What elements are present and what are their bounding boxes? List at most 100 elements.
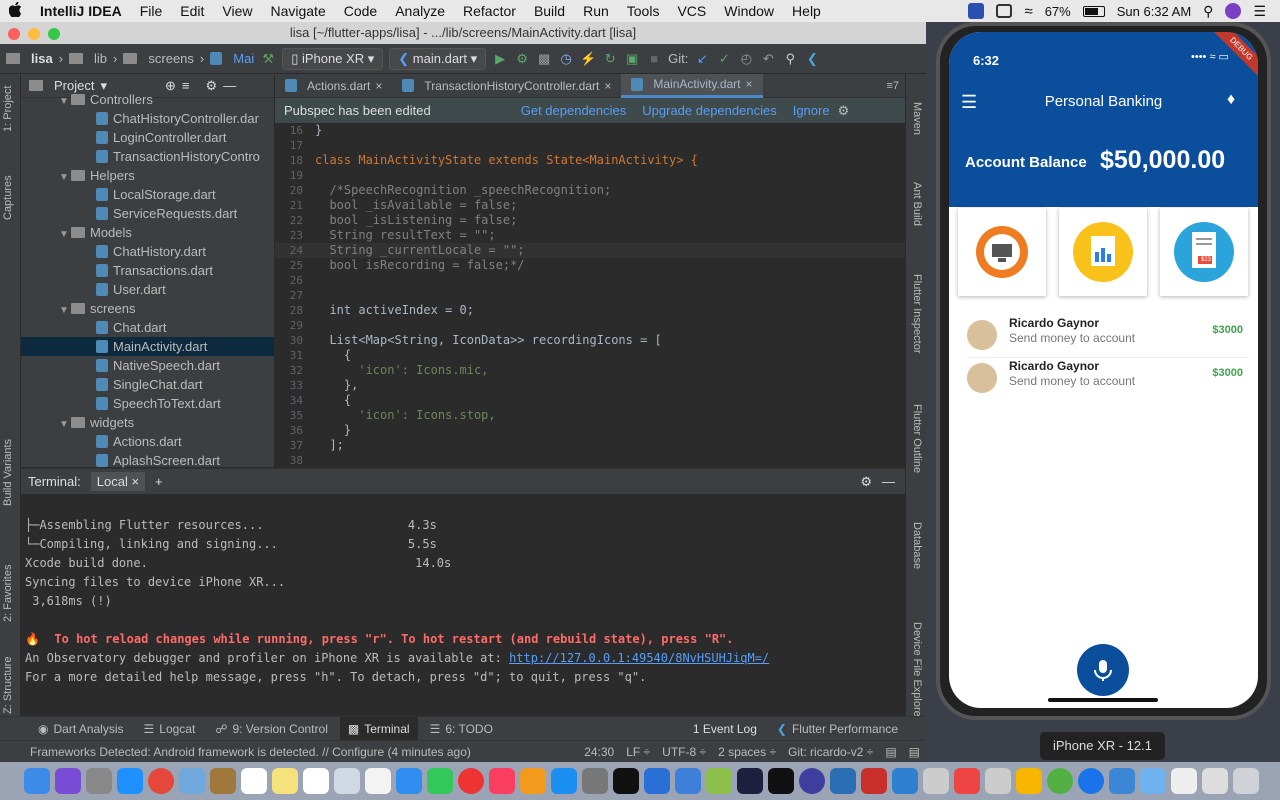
code-line[interactable]: 37 ]; — [275, 438, 905, 453]
hot-reload-icon[interactable]: ⚡ — [580, 51, 596, 67]
stop-icon[interactable]: ■ — [646, 51, 662, 67]
device-refresh-icon[interactable]: ▣ — [624, 51, 640, 67]
memory-indicator-icon[interactable]: ▤ — [903, 745, 926, 759]
menu-view[interactable]: View — [213, 3, 261, 19]
code-line[interactable]: 34 { — [275, 393, 905, 408]
status-message[interactable]: Frameworks Detected: Android framework i… — [30, 745, 471, 759]
code-line[interactable]: 24 String _currentLocale = ""; — [275, 243, 905, 258]
receipts-card[interactable]: $23 — [1160, 208, 1248, 296]
expand-arrow-icon[interactable]: ▼ — [59, 92, 71, 109]
gear-icon[interactable]: ⚙ — [838, 103, 850, 119]
event-log-button[interactable]: 1 Event Log — [685, 717, 765, 741]
tree-file[interactable]: NativeSpeech.dart — [21, 356, 274, 375]
git-commit-icon[interactable]: ✓ — [716, 51, 732, 67]
windows-app-icon[interactable] — [954, 768, 980, 794]
captures-tool-button[interactable]: Captures — [2, 175, 14, 220]
menu-build[interactable]: Build — [525, 3, 574, 19]
database-tool-button[interactable]: Database — [911, 522, 923, 569]
observatory-link[interactable]: http://127.0.0.1:49540/8NvHSUHJiqM=/ — [509, 651, 769, 665]
tab-transaction-history-controller[interactable]: TransactionHistoryController.dart × — [392, 74, 621, 98]
tab-main-activity[interactable]: MainActivity.dart × — [621, 72, 763, 98]
menu-tools[interactable]: Tools — [618, 3, 669, 19]
breadcrumb-file[interactable]: Mai — [233, 51, 254, 66]
gear-icon[interactable]: ⚙ — [860, 474, 872, 490]
tree-file[interactable]: LocalStorage.dart — [21, 185, 274, 204]
terminal-output[interactable]: ├─Assembling Flutter resources... 4.3s └─… — [21, 494, 890, 716]
extension-icon[interactable] — [996, 4, 1013, 18]
wifi-icon[interactable]: ≈ — [1024, 3, 1032, 20]
structure-tool-button[interactable]: Z: Structure — [2, 657, 14, 714]
flutter-performance-button[interactable]: ❮ Flutter Performance — [769, 717, 906, 741]
code-line[interactable]: 17 — [275, 138, 905, 153]
logcat-button[interactable]: ☰ Logcat — [136, 717, 204, 741]
siri-icon[interactable] — [55, 768, 81, 794]
code-editor[interactable]: 16} 17 18 class MainActivityState extends S… — [275, 123, 905, 467]
get-dependencies-link[interactable]: Get dependencies — [521, 103, 627, 118]
code-line[interactable]: 22 bool _isListening = false; — [275, 213, 905, 228]
close-icon[interactable]: × — [746, 72, 753, 96]
trash-icon[interactable] — [1233, 768, 1259, 794]
git-rollback-icon[interactable]: ↶ — [760, 51, 776, 67]
git-update-icon[interactable]: ↙ — [694, 51, 710, 67]
calendar-icon[interactable] — [241, 768, 267, 794]
display-icon[interactable] — [968, 3, 985, 19]
breadcrumb-lib[interactable]: lib — [94, 51, 107, 66]
terminal-app-icon[interactable] — [613, 768, 639, 794]
version-control-button[interactable]: ☍ 9: Version Control — [207, 717, 336, 741]
tab-actions[interactable]: Actions.dart × — [275, 74, 392, 98]
git-history-icon[interactable]: ◴ — [738, 51, 754, 67]
facetime-icon[interactable] — [427, 768, 453, 794]
code-line[interactable]: 25 bool isRecording = false;*/ — [275, 258, 905, 273]
code-line[interactable]: 38 — [275, 453, 905, 467]
flutter-logo-icon[interactable]: ❮ — [804, 51, 820, 67]
tree-file[interactable]: Chat.dart — [21, 318, 274, 337]
code-line[interactable]: 33 }, — [275, 378, 905, 393]
todo-button[interactable]: ☰ 6: TODO — [422, 717, 501, 741]
microphone-fab[interactable] — [1077, 644, 1129, 696]
maven-tool-button[interactable]: Maven — [911, 102, 923, 135]
books-icon[interactable] — [520, 768, 546, 794]
code-line[interactable]: 29 — [275, 318, 905, 333]
close-icon[interactable]: × — [131, 474, 139, 489]
zoom-window-button[interactable] — [48, 28, 60, 40]
reminders-icon[interactable] — [303, 768, 329, 794]
safari-icon[interactable] — [117, 768, 143, 794]
menu-navigate[interactable]: Navigate — [261, 3, 334, 19]
photos-icon[interactable] — [365, 768, 391, 794]
upgrade-dependencies-link[interactable]: Upgrade dependencies — [642, 103, 776, 118]
menu-analyze[interactable]: Analyze — [386, 3, 454, 19]
tree-file[interactable]: Transactions.dart — [21, 261, 274, 280]
tree-file[interactable]: Actions.dart — [21, 432, 274, 451]
menu-edit[interactable]: Edit — [171, 3, 213, 19]
hot-restart-icon[interactable]: ↻ — [602, 51, 618, 67]
chrome-icon[interactable] — [148, 768, 174, 794]
debug-icon[interactable]: ⚙ — [514, 51, 530, 67]
tree-folder[interactable]: ▼ screens — [21, 299, 274, 318]
window-titlebar[interactable]: lisa [~/flutter-apps/lisa] - .../lib/scr… — [0, 22, 926, 44]
teamviewer-icon[interactable] — [1078, 768, 1104, 794]
preview-icon[interactable] — [179, 768, 205, 794]
launchpad-icon[interactable] — [86, 768, 112, 794]
home-indicator[interactable] — [1048, 698, 1158, 702]
line-separator[interactable]: LF ÷ — [620, 745, 656, 759]
utorrent-icon[interactable] — [1047, 768, 1073, 794]
android-studio-icon[interactable] — [706, 768, 732, 794]
breadcrumb-lisa[interactable]: lisa — [31, 51, 53, 66]
close-window-button[interactable] — [8, 28, 20, 40]
app-menu[interactable]: IntelliJ IDEA — [31, 3, 131, 19]
notebook-icon[interactable] — [210, 768, 236, 794]
code-line[interactable]: 36 } — [275, 423, 905, 438]
code-line[interactable]: 19 — [275, 168, 905, 183]
new-terminal-icon[interactable]: + — [155, 474, 163, 489]
notification-bell-icon[interactable]: ♦ — [1227, 91, 1235, 109]
breadcrumb-screens[interactable]: screens — [148, 51, 194, 66]
finder-icon[interactable] — [24, 768, 50, 794]
code-line[interactable]: 32 'icon': Icons.mic, — [275, 363, 905, 378]
tree-file[interactable]: ChatHistoryController.dar — [21, 109, 274, 128]
tree-folder[interactable]: ▼ Models — [21, 223, 274, 242]
tree-file[interactable]: SingleChat.dart — [21, 375, 274, 394]
code-line[interactable]: 20 /*SpeechRecognition _speechRecognitio… — [275, 183, 905, 198]
expand-arrow-icon[interactable]: ▼ — [59, 301, 71, 318]
sketch-icon[interactable] — [1016, 768, 1042, 794]
caret-position[interactable]: 24:30 — [578, 745, 620, 759]
